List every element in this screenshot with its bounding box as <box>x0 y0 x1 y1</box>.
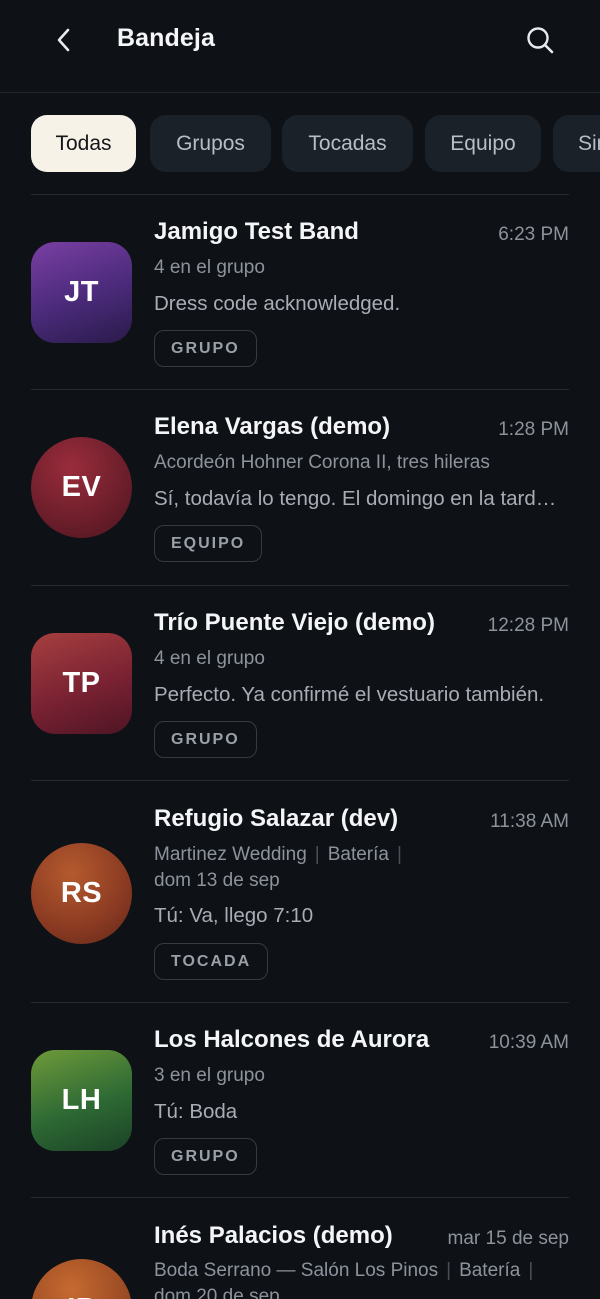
separator: | <box>446 1260 452 1281</box>
conversation-name: Inés Palacios (demo) <box>154 1222 393 1249</box>
conversation-time: 1:28 PM <box>498 419 569 440</box>
conversation-subtitle: 4 en el grupo <box>154 257 265 278</box>
avatar-initials: RS <box>60 877 103 909</box>
conversation-subtitle: 3 en el grupo <box>154 1065 265 1086</box>
conversation-name: Trío Puente Viejo (demo) <box>154 609 435 636</box>
message-preview: Sí, todavía lo tengo. El domingo en la t… <box>154 487 564 510</box>
avatar-initials: TP <box>62 667 101 699</box>
filter-chips: Todas Grupos Tocadas Equipo Sin <box>31 115 600 173</box>
page-title: Bandeja <box>117 24 215 52</box>
conversation-time: mar 15 de sep <box>447 1228 569 1249</box>
conversation-subtitle: Martinez Wedding | Batería | <box>154 844 410 866</box>
event-date: dom 13 de sep <box>154 870 280 891</box>
conversation-row[interactable]: RS Refugio Salazar (dev) 11:38 AM Martin… <box>0 781 600 1002</box>
avatar-initials: JT <box>64 276 99 308</box>
avatar-initials: LH <box>61 1084 102 1116</box>
conversation-name: Refugio Salazar (dev) <box>154 805 399 832</box>
event-name: Martinez Wedding <box>154 844 307 865</box>
event-name: Boda Serrano — Salón Los Pinos <box>154 1260 439 1281</box>
separator: | <box>396 844 402 865</box>
message-preview: Perfecto. Ya confirmé el vestuario tambi… <box>154 683 545 706</box>
avatar: TP <box>31 633 132 734</box>
separator: | <box>528 1260 534 1281</box>
avatar: RS <box>31 843 132 944</box>
conversation-row[interactable]: LH Los Halcones de Aurora 10:39 AM 3 en … <box>0 1003 600 1197</box>
filter-chip-equipo[interactable]: Equipo <box>425 115 541 172</box>
back-button[interactable] <box>44 20 84 60</box>
separator: | <box>314 844 320 865</box>
conversation-row[interactable]: IP Inés Palacios (demo) mar 15 de sep Bo… <box>0 1198 600 1299</box>
conversation-name: Elena Vargas (demo) <box>154 413 391 440</box>
type-badge: GRUPO <box>154 1138 257 1175</box>
conversation-row[interactable]: JT Jamigo Test Band 6:23 PM 4 en el grup… <box>0 195 600 389</box>
avatar: LH <box>31 1050 132 1151</box>
chevron-left-icon <box>57 28 70 52</box>
avatar: JT <box>31 242 132 343</box>
instrument: Batería <box>327 844 389 865</box>
avatar-initials: IP <box>67 1293 95 1299</box>
inbox-screen: Bandeja Todas Grupos Tocadas Equipo Sin … <box>0 0 600 1299</box>
filter-chip-sin[interactable]: Sin <box>553 115 600 172</box>
message-preview: Tú: Boda <box>154 1100 238 1123</box>
search-button[interactable] <box>520 20 560 60</box>
top-bar: Bandeja <box>0 0 600 93</box>
conversation-subtitle: Boda Serrano — Salón Los Pinos | Batería | <box>154 1260 541 1282</box>
conversation-subtitle: 4 en el grupo <box>154 648 265 669</box>
type-badge: TOCADA <box>154 943 269 980</box>
conversation-time: 11:38 AM <box>490 811 569 832</box>
type-badge: EQUIPO <box>154 525 263 562</box>
conversation-name: Jamigo Test Band <box>154 218 359 245</box>
conversation-row[interactable]: TP Trío Puente Viejo (demo) 12:28 PM 4 e… <box>0 586 600 780</box>
avatar: EV <box>31 437 132 538</box>
message-preview: Dress code acknowledged. <box>154 292 401 315</box>
conversation-time: 10:39 AM <box>488 1032 569 1053</box>
avatar-initials: EV <box>61 471 102 503</box>
conversation-time: 12:28 PM <box>487 615 569 636</box>
avatar: IP <box>31 1259 132 1299</box>
instrument: Batería <box>459 1260 521 1281</box>
conversation-row[interactable]: EV Elena Vargas (demo) 1:28 PM Acordeón … <box>0 390 600 585</box>
filter-chip-tocadas[interactable]: Tocadas <box>282 115 413 172</box>
search-icon <box>527 27 554 54</box>
type-badge: GRUPO <box>154 330 257 367</box>
message-preview: Tú: Va, llego 7:10 <box>154 904 314 927</box>
type-badge: GRUPO <box>154 721 257 758</box>
conversation-time: 6:23 PM <box>498 224 569 245</box>
event-date: dom 20 de sep <box>154 1286 280 1299</box>
filter-chip-todas[interactable]: Todas <box>31 115 136 172</box>
conversation-name: Los Halcones de Aurora <box>154 1026 430 1053</box>
conversation-subtitle: Acordeón Hohner Corona II, tres hileras <box>154 452 490 473</box>
filter-chip-grupos[interactable]: Grupos <box>150 115 271 172</box>
